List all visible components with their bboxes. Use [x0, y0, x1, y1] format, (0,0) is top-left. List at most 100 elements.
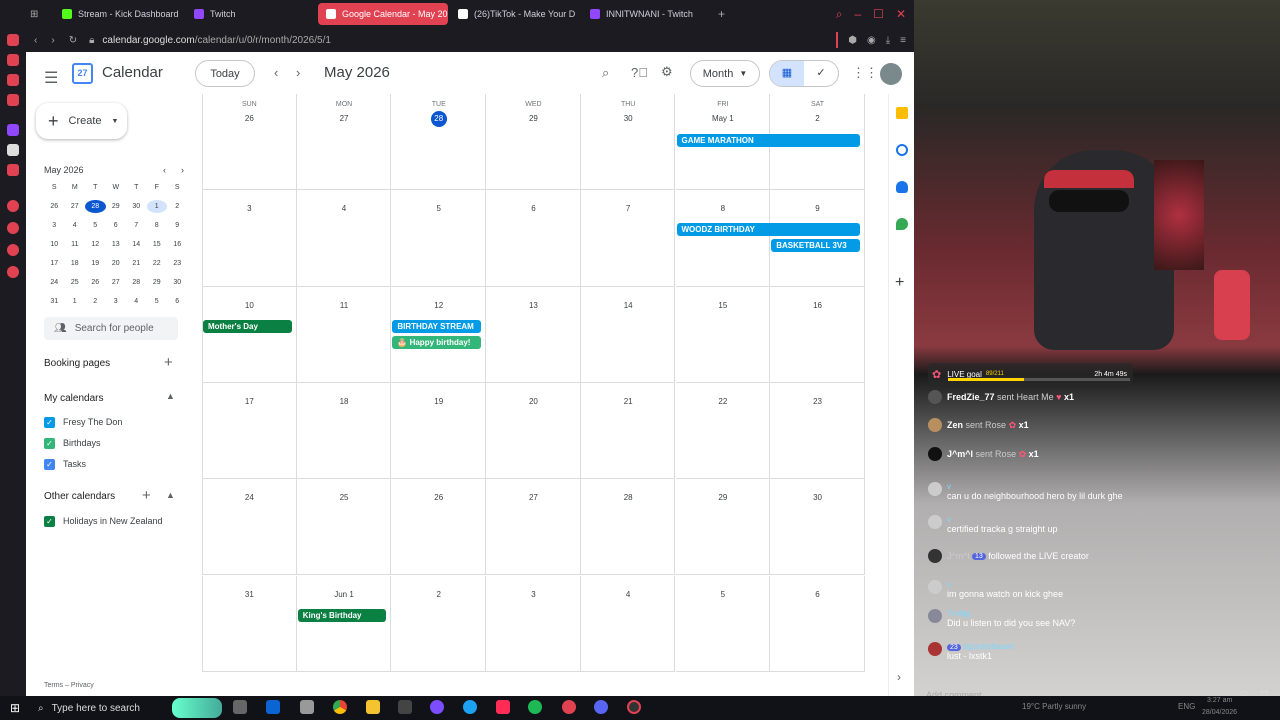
- day-cell[interactable]: [296, 94, 392, 191]
- mini-day[interactable]: 11: [65, 238, 86, 251]
- back-icon[interactable]: ‹: [34, 35, 37, 46]
- mini-day[interactable]: 22: [147, 257, 168, 270]
- day-number[interactable]: 12: [391, 301, 486, 310]
- day-number[interactable]: 27: [486, 493, 581, 502]
- mini-day[interactable]: 12: [85, 238, 106, 251]
- today-button[interactable]: Today: [195, 60, 255, 87]
- day-number[interactable]: 31: [202, 590, 297, 599]
- chat-username[interactable]: FredZie_77: [947, 392, 995, 402]
- mini-day[interactable]: 2: [167, 200, 188, 213]
- calendar-item[interactable]: ✓ Fresy The Don: [44, 415, 122, 429]
- day-number[interactable]: 5: [391, 204, 486, 213]
- tab-kick[interactable]: Stream - Kick Dashboard: [54, 3, 184, 25]
- avatar[interactable]: [928, 390, 942, 404]
- mini-day[interactable]: 15: [147, 238, 168, 251]
- day-cell[interactable]: [202, 94, 297, 191]
- calendar-item[interactable]: ✓ Tasks: [44, 457, 122, 471]
- weather-status[interactable]: 19°C Partly sunny: [1022, 702, 1086, 711]
- day-number[interactable]: 26: [391, 493, 486, 502]
- tab-google-calendar[interactable]: Google Calendar - May 20: [318, 3, 448, 25]
- search-people-input[interactable]: 👥︎ Search for people: [44, 317, 178, 340]
- next-month-icon[interactable]: ›: [296, 65, 300, 80]
- language-indicator[interactable]: ENG: [1178, 702, 1195, 711]
- expand-panel-icon[interactable]: ›: [897, 670, 901, 684]
- mini-day[interactable]: 3: [44, 219, 65, 232]
- tasks-icon[interactable]: [896, 144, 908, 156]
- event-chip[interactable]: BASKETBALL 3V3: [771, 239, 860, 253]
- mini-day[interactable]: 4: [65, 219, 86, 232]
- settings-icon[interactable]: ⚙: [661, 64, 673, 80]
- event-chip[interactable]: BIRTHDAY STREAM: [392, 319, 482, 333]
- discord-icon[interactable]: [594, 700, 608, 714]
- day-cell[interactable]: [391, 94, 487, 191]
- minimize-icon[interactable]: –: [854, 7, 861, 22]
- keep-icon[interactable]: [896, 107, 908, 119]
- chrome-icon[interactable]: [333, 700, 347, 714]
- day-number[interactable]: 17: [202, 397, 297, 406]
- mini-day[interactable]: 27: [65, 200, 86, 213]
- day-number[interactable]: 27: [297, 114, 392, 123]
- day-number[interactable]: 8: [676, 204, 771, 213]
- day-number[interactable]: 19: [391, 397, 486, 406]
- checkbox-checked-icon[interactable]: ✓: [44, 515, 55, 527]
- day-number[interactable]: 4: [297, 204, 392, 213]
- mini-day[interactable]: 17: [44, 257, 65, 270]
- mini-day[interactable]: 28: [126, 276, 147, 289]
- mini-day[interactable]: 19: [85, 257, 106, 270]
- checkbox-checked-icon[interactable]: ✓: [44, 416, 55, 428]
- checkbox-checked-icon[interactable]: ✓: [44, 437, 55, 449]
- day-number[interactable]: 13: [486, 301, 581, 310]
- day-number[interactable]: 4: [581, 590, 676, 599]
- other-calendars-title[interactable]: Other calendars: [44, 491, 115, 502]
- mini-day[interactable]: 6: [167, 295, 188, 308]
- chat-username[interactable]: Yrefgg: [947, 609, 1075, 618]
- contacts-icon[interactable]: [896, 181, 908, 193]
- event-chip[interactable]: 🎂 Happy birthday!: [392, 335, 482, 349]
- mini-day[interactable]: 1: [146, 200, 167, 213]
- mini-day[interactable]: 7: [126, 219, 147, 232]
- app-icon[interactable]: [300, 700, 314, 714]
- windows-start-icon[interactable]: ⊞: [10, 701, 20, 715]
- mini-day[interactable]: 21: [126, 257, 147, 270]
- obs-icon[interactable]: [627, 700, 641, 714]
- mini-day[interactable]: 20: [106, 257, 127, 270]
- day-number[interactable]: 26: [202, 114, 297, 123]
- tiktok-icon[interactable]: [496, 700, 510, 714]
- mini-day[interactable]: 26: [85, 276, 106, 289]
- mini-day[interactable]: 24: [44, 276, 65, 289]
- sidebar-app-icon[interactable]: [7, 200, 19, 212]
- day-number[interactable]: 20: [486, 397, 581, 406]
- my-calendars-title[interactable]: My calendars: [44, 393, 103, 404]
- mini-day[interactable]: 4: [126, 295, 147, 308]
- tab-tiktok[interactable]: (26)TikTok - Make Your D: [450, 3, 580, 25]
- day-number[interactable]: 14: [581, 301, 676, 310]
- tasks-view-icon[interactable]: ✓: [804, 61, 838, 86]
- url-field[interactable]: calendar.google.com/calendar/u/0/r/month…: [102, 35, 331, 46]
- sidebar-app-icon[interactable]: [7, 244, 19, 256]
- mini-day[interactable]: 31: [44, 295, 65, 308]
- task-view-icon[interactable]: [233, 700, 247, 714]
- day-number[interactable]: 2: [391, 590, 486, 599]
- chat-username[interactable]: v: [947, 580, 1063, 589]
- settings-icon[interactable]: [7, 266, 19, 278]
- search-icon[interactable]: ⌕: [602, 65, 609, 81]
- avatar[interactable]: [928, 642, 942, 656]
- mini-day[interactable]: 16: [167, 238, 188, 251]
- download-icon[interactable]: ⤓: [886, 35, 890, 46]
- mini-day[interactable]: 18: [65, 257, 86, 270]
- day-number[interactable]: 3: [202, 204, 297, 213]
- app-icon[interactable]: [430, 700, 444, 714]
- footer-links[interactable]: Terms – Privacy: [44, 682, 94, 689]
- avatar[interactable]: [880, 63, 902, 85]
- chat-username[interactable]: v: [947, 515, 1058, 524]
- mini-day[interactable]: 29: [106, 200, 127, 213]
- create-button[interactable]: + Create ▼: [36, 103, 127, 139]
- avatar[interactable]: [928, 482, 942, 496]
- opera-icon[interactable]: [562, 700, 576, 714]
- event-chip[interactable]: WOODZ BIRTHDAY: [676, 223, 860, 237]
- mini-day[interactable]: 5: [85, 219, 106, 232]
- search-highlight-icon[interactable]: [172, 698, 222, 718]
- sidebar-app-icon[interactable]: [7, 54, 19, 66]
- mini-day[interactable]: 14: [126, 238, 147, 251]
- help-icon[interactable]: ?⃝: [631, 65, 648, 80]
